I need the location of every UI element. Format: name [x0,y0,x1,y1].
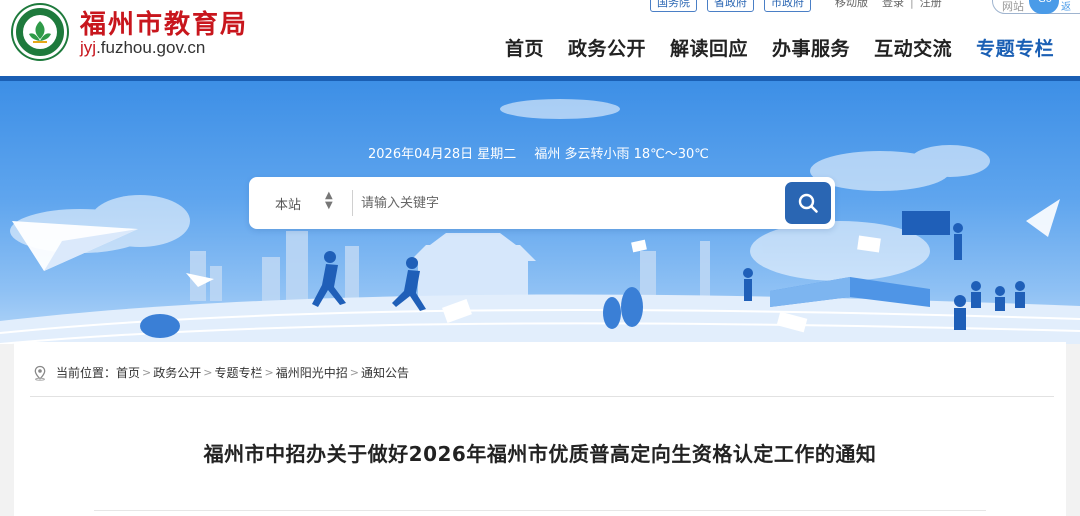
breadcrumb-separator: > [349,366,359,379]
nav-interaction[interactable]: 互动交流 [874,34,952,61]
article-title: 福州市中招办关于做好2026年福州市优质普高定向生资格认定工作的通知 [203,442,877,466]
nav-gov-affairs[interactable]: 政务公开 [568,34,646,61]
location-icon [34,365,46,381]
breadcrumb-home[interactable]: 首页 [116,364,140,381]
breadcrumb-separator: > [203,366,213,379]
current-date: 2026年04月28日 星期二 [368,147,517,162]
weather-info: 福州 多云转小雨 18℃～30℃ [534,147,709,162]
nav-home[interactable]: 首页 [505,34,544,61]
breadcrumb-notices[interactable]: 通知公告 [361,364,409,381]
domain-rest: .fuzhou.gov.cn [96,38,206,57]
search-icon [798,193,818,213]
emblem-logo[interactable] [13,5,67,59]
link-state-council[interactable]: 国务院 [650,0,697,12]
breadcrumb-separator: > [264,366,274,379]
domain-highlight: jyj [80,38,97,57]
article-card: 当前位置： 首页 > 政务公开 > 专题专栏 > 福州阳光中招 > 通知公告 福… [14,342,1066,516]
nav-special-topics[interactable]: 专题专栏 [976,34,1054,61]
top-search-placeholder: 网站 [1002,0,1024,13]
nav-interpretation[interactable]: 解读回应 [670,34,748,61]
top-links: 国务院 省政府 市政府 移动版 登录 | 注册 [650,0,942,12]
breadcrumb-separator: > [142,366,152,379]
site-header: 福州市教育局 jyj.fuzhou.gov.cn 国务院 省政府 市政府 移动版… [0,0,1080,81]
breadcrumb-divider [30,396,1054,397]
emblem-logo-graphic [23,15,57,49]
top-search-button[interactable]: Go [1029,0,1059,14]
chevron-updown-icon[interactable]: ▲ ▼ [325,191,333,211]
link-provincial-gov[interactable]: 省政府 [707,0,754,12]
link-city-gov[interactable]: 市政府 [764,0,811,12]
site-search: 本站 ▲ ▼ [249,177,835,229]
date-weather: 2026年04月28日 星期二 福州 多云转小雨 18℃～30℃ [368,143,709,162]
hero-banner: 2026年04月28日 星期二 福州 多云转小雨 18℃～30℃ 本站 ▲ ▼ [0,81,1080,344]
nav-services[interactable]: 办事服务 [772,34,850,61]
breadcrumb-label: 当前位置： [56,366,117,380]
link-register[interactable]: 注册 [920,0,942,10]
top-search[interactable]: 网站 Go 返 [992,0,1080,14]
search-input[interactable] [361,189,781,217]
search-button[interactable] [785,182,831,224]
title-divider [94,510,986,511]
breadcrumb-sunshine-enrollment[interactable]: 福州阳光中招 [276,364,348,381]
main-nav: 首页 政务公开 解读回应 办事服务 互动交流 专题专栏 [505,34,1054,61]
top-search-button-label: Go [1038,0,1052,5]
breadcrumb: 当前位置： 首页 > 政务公开 > 专题专栏 > 福州阳光中招 > 通知公告 [32,364,409,381]
breadcrumb-gov-affairs[interactable]: 政务公开 [153,364,201,381]
link-mobile[interactable]: 移动版 [835,0,868,10]
link-login[interactable]: 登录 [882,0,904,10]
top-separator: | [910,0,914,9]
search-divider [352,190,353,216]
top-search-tail: 返 [1061,2,1071,13]
site-domain: jyj.fuzhou.gov.cn [80,38,205,58]
site-name: 福州市教育局 [80,10,249,40]
search-scope-select[interactable]: 本站 [275,194,301,213]
breadcrumb-special-topics[interactable]: 专题专栏 [214,364,262,381]
